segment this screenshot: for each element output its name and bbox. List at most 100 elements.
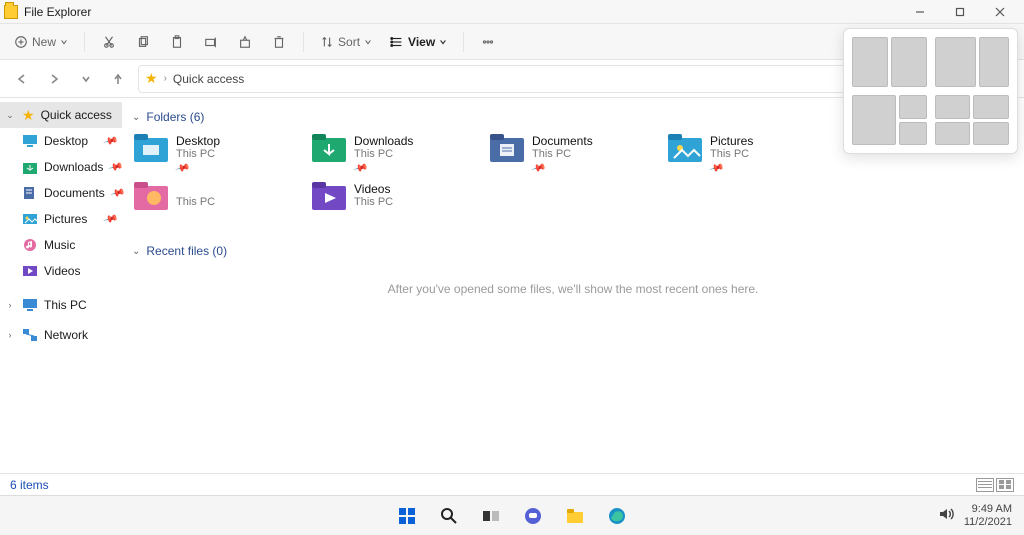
view-button[interactable]: View (384, 28, 453, 56)
close-button[interactable] (980, 0, 1020, 24)
folder-name: Videos (354, 182, 393, 196)
folder-tile-downloads[interactable]: Downloads This PC 📌 (310, 132, 488, 176)
more-button[interactable] (474, 28, 502, 56)
folder-location: This PC (532, 148, 593, 160)
navigation-pane: ⌄ ★ Quick access Desktop 📌 Downloads 📌 D… (0, 98, 122, 473)
sort-button[interactable]: Sort (314, 28, 378, 56)
quick-access-star-icon: ★ (145, 70, 158, 87)
sidebar-item-label: Videos (44, 264, 80, 278)
chevron-right-icon[interactable]: › (4, 300, 16, 310)
desktop-folder-icon (134, 134, 168, 162)
sidebar-item-label: Downloads (44, 160, 103, 174)
chat-button[interactable] (515, 498, 551, 534)
status-item-count: 6 items (10, 478, 49, 492)
snap-layout-half-half[interactable] (852, 37, 927, 87)
snap-layout-quad[interactable] (935, 95, 1010, 145)
forward-button[interactable] (42, 67, 66, 91)
pin-icon: 📌 (352, 161, 368, 177)
separator (84, 32, 85, 52)
view-label: View (408, 35, 435, 49)
clock-date: 11/2/2021 (964, 516, 1012, 529)
folder-location: This PC (176, 196, 215, 208)
folder-location: This PC (354, 196, 393, 208)
sidebar-network-label: Network (44, 328, 88, 342)
file-explorer-taskbar-button[interactable] (557, 498, 593, 534)
chevron-down-icon: ⌄ (132, 246, 140, 257)
title-bar: File Explorer (0, 0, 1024, 24)
sidebar-item-videos[interactable]: Videos (0, 258, 122, 284)
sidebar-network[interactable]: › Network (0, 322, 122, 348)
edge-button[interactable] (599, 498, 635, 534)
folder-tile-videos[interactable]: Videos This PC (310, 180, 488, 224)
documents-folder-icon (490, 134, 524, 162)
pictures-icon (22, 211, 38, 227)
chevron-down-icon[interactable]: ⌄ (4, 110, 16, 121)
separator (303, 32, 304, 52)
back-button[interactable] (10, 67, 34, 91)
taskbar-center (389, 498, 635, 534)
up-button[interactable] (106, 67, 130, 91)
folder-tile-documents[interactable]: Documents This PC 📌 (488, 132, 666, 176)
minimize-button[interactable] (900, 0, 940, 24)
delete-button[interactable] (265, 28, 293, 56)
recent-dropdown[interactable] (74, 67, 98, 91)
cut-button[interactable] (95, 28, 123, 56)
main-area: ⌄ ★ Quick access Desktop 📌 Downloads 📌 D… (0, 98, 1024, 473)
view-mode-toggle[interactable] (976, 478, 1014, 492)
details-view-icon[interactable] (976, 478, 994, 492)
sidebar-quick-access-label: Quick access (41, 108, 112, 122)
pin-icon: 📌 (102, 133, 118, 149)
rename-button[interactable] (197, 28, 225, 56)
recent-group-title: Recent files (0) (146, 244, 227, 258)
file-explorer-icon (4, 5, 18, 19)
clock-time: 9:49 AM (964, 503, 1012, 516)
folder-name: Pictures (710, 134, 753, 148)
snap-layout-two-thirds[interactable] (935, 37, 1010, 87)
folder-name: Desktop (176, 134, 220, 148)
paste-button[interactable] (163, 28, 191, 56)
chevron-down-icon: ⌄ (132, 112, 140, 123)
search-button[interactable] (431, 498, 467, 534)
folder-location: This PC (354, 148, 413, 160)
pin-icon: 📌 (708, 161, 724, 177)
sidebar-item-desktop[interactable]: Desktop 📌 (0, 128, 122, 154)
volume-icon[interactable] (938, 506, 954, 525)
sidebar-item-downloads[interactable]: Downloads 📌 (0, 154, 122, 180)
music-folder-icon (134, 182, 168, 210)
start-button[interactable] (389, 498, 425, 534)
copy-button[interactable] (129, 28, 157, 56)
maximize-button[interactable] (940, 0, 980, 24)
network-icon (22, 327, 38, 343)
task-view-button[interactable] (473, 498, 509, 534)
sidebar-quick-access[interactable]: ⌄ ★ Quick access (0, 102, 122, 128)
pin-icon: 📌 (102, 211, 118, 227)
sidebar-item-documents[interactable]: Documents 📌 (0, 180, 122, 206)
sort-label: Sort (338, 35, 360, 49)
sidebar-this-pc-label: This PC (44, 298, 87, 312)
sidebar-this-pc[interactable]: › This PC (0, 292, 122, 318)
breadcrumb-location[interactable]: Quick access (173, 72, 244, 86)
videos-icon (22, 263, 38, 279)
sidebar-item-pictures[interactable]: Pictures 📌 (0, 206, 122, 232)
system-tray: 9:49 AM 11/2/2021 (938, 503, 1012, 528)
taskbar: 9:49 AM 11/2/2021 (0, 495, 1024, 535)
sidebar-item-label: Pictures (44, 212, 87, 226)
sidebar-item-music[interactable]: Music (0, 232, 122, 258)
folder-tile-music[interactable]: Music This PC (132, 180, 310, 224)
new-button[interactable]: New (8, 28, 74, 56)
pin-icon: 📌 (530, 161, 546, 177)
chevron-right-icon[interactable]: › (4, 330, 16, 340)
sidebar-item-label: Documents (44, 186, 105, 200)
content-pane: ⌄ Folders (6) Desktop This PC 📌 (122, 98, 1024, 473)
clock[interactable]: 9:49 AM 11/2/2021 (964, 503, 1012, 528)
folder-name: Downloads (354, 134, 413, 148)
share-button[interactable] (231, 28, 259, 56)
tiles-view-icon[interactable] (996, 478, 1014, 492)
folder-tile-pictures[interactable]: Pictures This PC 📌 (666, 132, 844, 176)
star-icon: ★ (22, 107, 35, 124)
snap-layouts-flyout[interactable] (843, 28, 1018, 154)
folder-tile-desktop[interactable]: Desktop This PC 📌 (132, 132, 310, 176)
recent-group-header[interactable]: ⌄ Recent files (0) (132, 244, 1014, 258)
snap-layout-left-stack[interactable] (852, 95, 927, 145)
videos-folder-icon (312, 182, 346, 210)
